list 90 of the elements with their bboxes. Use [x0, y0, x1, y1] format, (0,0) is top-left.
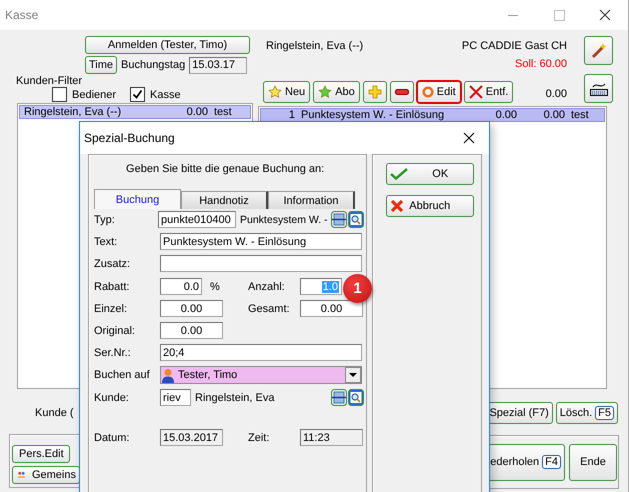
- original-field[interactable]: 0.00: [160, 322, 223, 339]
- price-cell-text: 0.00: [494, 109, 517, 121]
- field-label: Einzel:: [94, 302, 128, 314]
- toolbar-button[interactable]: Edit: [416, 81, 461, 103]
- customer-label: Kunde (: [35, 407, 74, 419]
- toolbar-button[interactable]: Neu: [263, 81, 310, 103]
- key-hint: F5: [595, 406, 614, 420]
- item-cell-text: Punktesystem W. - Einlösung: [301, 109, 446, 121]
- total-cell-text: 0.00: [542, 109, 565, 121]
- type-description: Punktesystem W. -: [240, 214, 328, 226]
- cancel-button[interactable]: Abbruch: [386, 195, 474, 217]
- total-field[interactable]: 0.00: [300, 300, 363, 317]
- field-label: Zeit:: [247, 432, 270, 444]
- text-field[interactable]: Punktesystem W. - Einlösung: [160, 233, 362, 250]
- field-label: Typ:: [94, 214, 116, 226]
- keyboard-button[interactable]: [584, 74, 613, 103]
- tab[interactable]: Buchung: [94, 189, 181, 209]
- tab[interactable]: Information: [268, 191, 355, 209]
- minus-icon: [394, 89, 409, 95]
- field-label: Text:: [94, 236, 118, 248]
- field-label: Rabatt:: [94, 280, 130, 292]
- cross-icon: [390, 199, 404, 213]
- balance-label: Soll: 60.00: [515, 58, 567, 70]
- user-cell-text: test: [214, 106, 233, 118]
- user-cell-text: test: [571, 109, 590, 121]
- search-icon[interactable]: [348, 389, 364, 406]
- field-label: Datum:: [94, 432, 130, 444]
- ok-button[interactable]: OK: [386, 163, 474, 185]
- window-title: Kasse: [5, 8, 40, 22]
- total-value: 0.00: [546, 88, 567, 100]
- field-label: Zusatz:: [94, 258, 132, 270]
- check-icon: [132, 89, 144, 100]
- date-label: Buchungstag: [121, 59, 186, 71]
- field-label: Original:: [94, 324, 136, 336]
- number-cell-text: 1: [288, 109, 295, 121]
- toolbar-button[interactable]: [390, 81, 414, 103]
- wand-icon: [590, 42, 608, 60]
- checkbox[interactable]: [52, 87, 67, 102]
- amount-cell-text: 0.00: [186, 106, 208, 118]
- extra-field[interactable]: [160, 255, 362, 272]
- dropdown-icon: [345, 367, 361, 383]
- filter-label: Kunden-Filter: [16, 75, 84, 87]
- customer-name: Ringelstein, Eva (--): [24, 106, 122, 118]
- tariff-label: PC CADDIE Gast CH: [462, 40, 567, 52]
- dialog-title: Spezial-Buchung: [84, 131, 175, 145]
- edit-button[interactable]: Pers.Edit: [12, 445, 70, 463]
- key-hint: F4: [542, 455, 561, 469]
- group-button[interactable]: Gemeins: [12, 466, 80, 484]
- field-label: Anzahl:: [248, 280, 286, 292]
- star-icon: [318, 85, 332, 99]
- toolbar-button[interactable]: Abo: [313, 81, 360, 103]
- checkbox-label: Bediener: [72, 88, 116, 100]
- checkbox-label: Kasse: [150, 88, 181, 100]
- time-button[interactable]: Time: [85, 56, 117, 74]
- customer-field[interactable]: riev: [160, 389, 191, 406]
- list-icon[interactable]: [331, 211, 347, 228]
- login-button[interactable]: Anmelden (Tester, Timo): [85, 36, 250, 54]
- tab[interactable]: Handnotiz: [181, 191, 268, 209]
- checkbox[interactable]: [130, 87, 146, 102]
- wand-button[interactable]: [584, 36, 613, 65]
- toolbar-button[interactable]: [362, 81, 387, 103]
- customer-row[interactable]: Ringelstein, Eva (--) 0.00 test: [19, 105, 251, 119]
- end-button[interactable]: Ende: [569, 444, 617, 480]
- unit-label: %: [209, 280, 221, 292]
- unit-price-field[interactable]: 0.00: [160, 300, 223, 317]
- field-label: Ser.Nr.:: [94, 346, 132, 358]
- ring-icon: [422, 86, 434, 98]
- date-field: 15.03.2017: [160, 429, 223, 446]
- cross-icon: [468, 85, 483, 99]
- prompt-text: Geben Sie bitte die genaue Buchung an:: [126, 163, 324, 175]
- serial-field[interactable]: 20;4: [160, 344, 362, 361]
- book-to-select[interactable]: Tester, Timo: [160, 366, 362, 384]
- search-icon[interactable]: [348, 211, 364, 228]
- date-field[interactable]: 15.03.17: [189, 56, 248, 74]
- booking-row[interactable]: 1 Punktesystem W. - Einlösung 0.00 0.00 test: [260, 108, 605, 122]
- customer-name: Ringelstein, Eva: [195, 392, 276, 404]
- time-field: 11:23: [300, 429, 363, 446]
- delete-button[interactable]: Lösch. F5: [556, 402, 618, 424]
- plus-icon: [368, 85, 382, 99]
- discount-field[interactable]: 0.0: [160, 278, 202, 295]
- list-icon[interactable]: [331, 389, 347, 406]
- person-icon: [161, 368, 175, 382]
- type-field[interactable]: punkte010400: [158, 211, 236, 228]
- field-label: Kunde:: [94, 392, 130, 404]
- customer-name: Ringelstein, Eva (--): [266, 40, 364, 52]
- star-icon: [268, 85, 282, 99]
- check-icon: [390, 168, 408, 180]
- field-label: Gesamt:: [247, 302, 291, 314]
- toolbar-button[interactable]: Entf.: [464, 81, 514, 103]
- field-label: Buchen auf: [94, 369, 151, 381]
